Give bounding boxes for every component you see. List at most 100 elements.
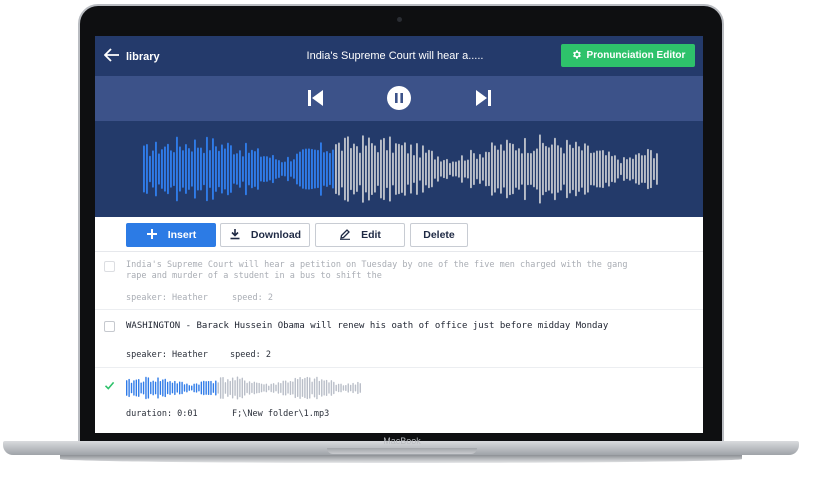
waveform-bar — [485, 151, 487, 187]
waveform-bar — [548, 147, 550, 191]
list-item[interactable]: duration: 0:01 F;\New folder\1.mp3 — [95, 368, 703, 433]
main-waveform[interactable] — [143, 134, 659, 204]
waveform-bar — [287, 382, 289, 394]
waveform-bar — [301, 379, 304, 397]
waveform-bar — [181, 381, 183, 395]
waveform-bar — [266, 156, 268, 182]
waveform-bar — [352, 382, 354, 394]
waveform-bar — [233, 154, 235, 184]
waveform-bar — [230, 145, 232, 193]
waveform-bar — [290, 161, 292, 177]
waveform-bar — [596, 150, 598, 188]
waveform-bar — [224, 382, 227, 394]
item-file-path: F;\New folder\1.mp3 — [232, 409, 330, 419]
top-bar: library India's Supreme Court will hear … — [95, 36, 703, 76]
waveform-bar — [416, 143, 418, 195]
delete-button[interactable]: Delete — [410, 223, 468, 247]
waveform-bar — [488, 151, 490, 187]
edit-button[interactable]: Edit — [315, 223, 405, 247]
waveform-bar — [191, 151, 193, 187]
pause-button[interactable] — [387, 86, 411, 110]
waveform-bar — [183, 384, 186, 392]
waveform-bar — [227, 142, 229, 196]
app-screen: library India's Supreme Court will hear … — [95, 36, 703, 433]
waveform-bar — [602, 149, 604, 189]
waveform-bar — [289, 380, 292, 396]
waveform-bar — [617, 159, 619, 179]
waveform-bar — [349, 384, 352, 392]
waveform-bar — [590, 152, 592, 186]
waveform-bar — [449, 162, 451, 176]
clip-waveform[interactable] — [126, 376, 362, 400]
waveform-bar — [599, 150, 601, 188]
item-checkbox[interactable] — [104, 321, 115, 332]
waveform-bar — [380, 139, 382, 199]
waveform-bar — [164, 146, 166, 192]
waveform-bar — [224, 148, 226, 190]
item-text: WASHINGTON - Barack Hussein Obama will r… — [126, 321, 609, 331]
waveform-bar — [275, 384, 277, 392]
skip-forward-icon — [476, 90, 491, 106]
waveform-bar — [422, 145, 424, 193]
waveform-bar — [410, 144, 412, 194]
waveform-bar — [587, 145, 589, 193]
waveform-bar — [332, 149, 334, 189]
waveform-bar — [656, 153, 658, 185]
waveform-bar — [306, 376, 309, 400]
skip-back-icon — [308, 90, 323, 106]
waveform-bar — [162, 379, 164, 397]
waveform-bar — [353, 143, 355, 195]
waveform-bar — [329, 152, 331, 186]
waveform-bar — [503, 150, 505, 188]
waveform-bar — [593, 152, 595, 186]
insert-button[interactable]: Insert — [126, 223, 216, 247]
list-item[interactable]: WASHINGTON - Barack Hussein Obama will r… — [95, 310, 703, 368]
waveform-bar — [205, 381, 207, 395]
back-to-library-button[interactable]: library — [103, 48, 160, 65]
waveform-bar — [269, 157, 271, 181]
pronunciation-editor-button[interactable]: Pronunciation Editor — [561, 44, 695, 67]
waveform-bar — [188, 147, 190, 191]
waveform-bar — [458, 160, 460, 178]
waveform-bar — [362, 135, 364, 203]
waveform-bar — [245, 142, 247, 196]
waveform-bar — [188, 385, 191, 391]
waveform-bar — [145, 376, 147, 400]
waveform-bar — [253, 381, 256, 395]
item-checkbox[interactable] — [104, 378, 115, 390]
waveform-bar — [330, 380, 333, 396]
waveform-bar — [313, 378, 316, 398]
previous-button[interactable] — [304, 86, 328, 110]
download-button[interactable]: Download — [220, 223, 310, 247]
waveform-bar — [572, 147, 574, 191]
waveform-bar — [389, 136, 391, 202]
waveform-bar — [282, 380, 284, 396]
waveform-bar — [560, 147, 562, 191]
waveform-bar — [170, 150, 172, 188]
waveform-bar — [473, 152, 475, 186]
waveform-bar — [413, 155, 415, 183]
waveform-bar — [635, 154, 637, 184]
waveform-bar — [222, 377, 224, 399]
item-checkbox[interactable] — [104, 261, 115, 272]
waveform-bar — [296, 153, 298, 185]
waveform-bar — [236, 376, 239, 400]
laptop-brand-label: MacBook — [383, 436, 421, 446]
gear-icon — [571, 49, 582, 63]
waveform-bar — [611, 155, 613, 183]
waveform-bar — [605, 155, 607, 183]
list-item[interactable]: India's Supreme Court will hear a petiti… — [95, 253, 703, 310]
download-label: Download — [250, 229, 302, 241]
waveform-bar — [265, 383, 268, 393]
waveform-bar — [337, 383, 340, 393]
waveform-bar — [311, 148, 313, 190]
waveform-bar — [195, 383, 198, 393]
next-button[interactable] — [471, 86, 495, 110]
waveform-bar — [452, 161, 454, 177]
waveform-bar — [193, 383, 195, 393]
waveform-bar — [147, 377, 150, 399]
waveform-bar — [296, 378, 299, 398]
waveform-bar — [155, 141, 157, 197]
waveform-bar — [287, 156, 289, 182]
action-toolbar: Insert Download Edit Delete — [95, 217, 703, 252]
